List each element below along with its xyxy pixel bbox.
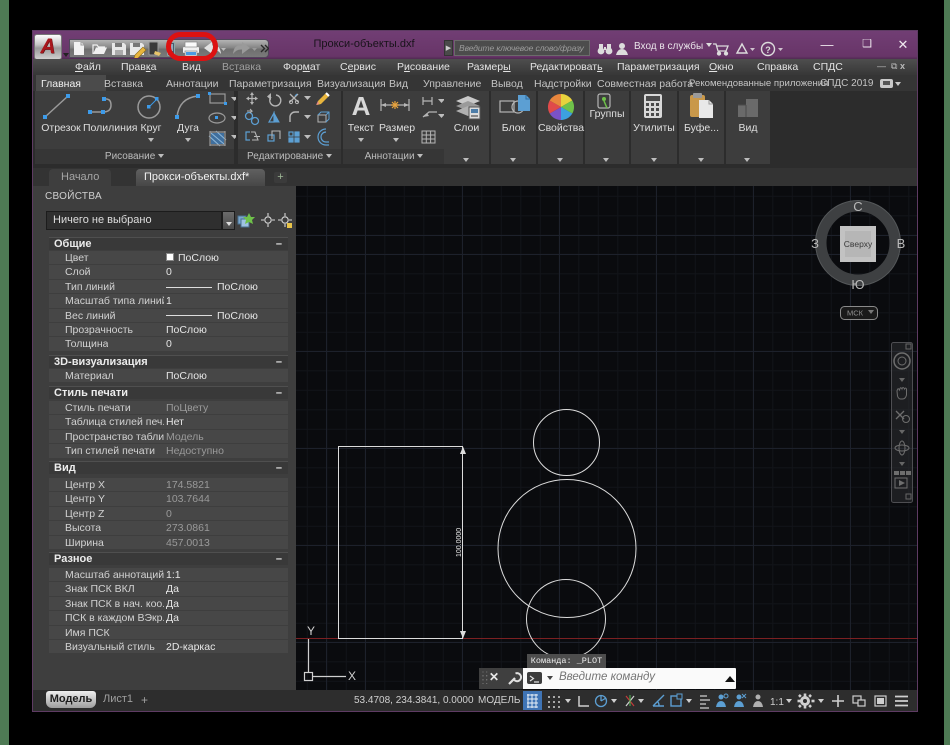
svg-text:З: З <box>811 236 819 251</box>
svg-text:С: С <box>853 199 862 214</box>
svg-text:X: X <box>348 669 356 683</box>
svg-text:МСК: МСК <box>847 309 864 318</box>
svg-text:Сверху: Сверху <box>844 239 873 249</box>
svg-text:100.0000: 100.0000 <box>456 528 463 557</box>
svg-text:1:1: 1:1 <box>770 697 784 708</box>
svg-text:?: ? <box>765 45 771 55</box>
svg-text:Ю: Ю <box>851 277 864 292</box>
svg-text:В: В <box>897 236 906 251</box>
svg-text:Y: Y <box>307 624 315 638</box>
